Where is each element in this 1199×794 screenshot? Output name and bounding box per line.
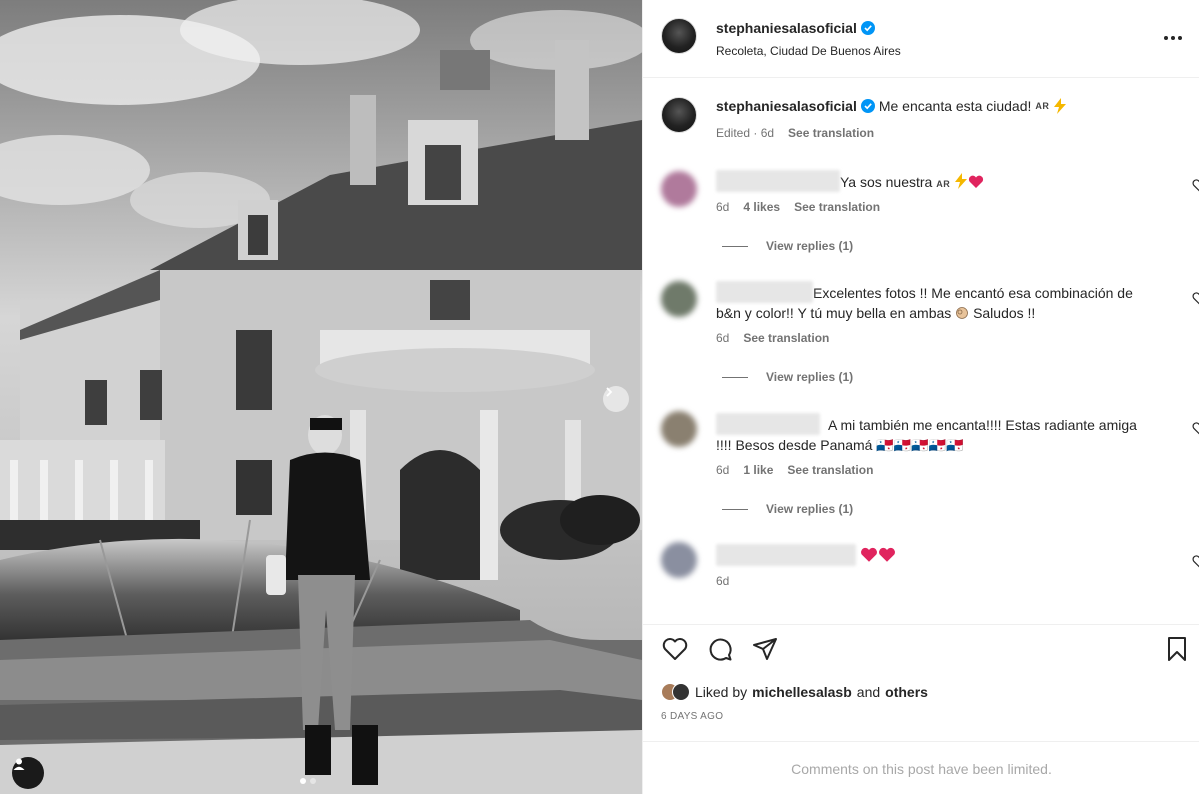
commenter-username-redacted[interactable] bbox=[716, 544, 856, 566]
replies-divider bbox=[722, 376, 748, 378]
comment-text-tail: Saludos !! bbox=[973, 305, 1036, 321]
comment-see-translation[interactable]: See translation bbox=[787, 463, 873, 477]
carousel-dot-active bbox=[300, 778, 306, 784]
comment-likes[interactable]: 4 likes bbox=[743, 200, 780, 214]
commenter-username-redacted[interactable] bbox=[716, 170, 840, 192]
comment-icon[interactable] bbox=[706, 635, 734, 663]
view-replies-label: View replies (1) bbox=[766, 502, 854, 516]
post-photo[interactable] bbox=[0, 0, 642, 794]
caption-author-avatar[interactable] bbox=[661, 97, 697, 133]
post-actions: Liked by michellesalasb and others 6 DAY… bbox=[643, 624, 1199, 794]
author-username[interactable]: stephaniesalasoficial bbox=[716, 20, 857, 36]
view-replies-label: View replies (1) bbox=[766, 239, 854, 253]
more-options-button[interactable] bbox=[1160, 28, 1186, 48]
chevron-right-icon bbox=[606, 387, 613, 397]
next-photo-button[interactable] bbox=[603, 386, 629, 412]
caption-see-translation[interactable]: See translation bbox=[788, 126, 874, 140]
author-username-row: stephaniesalasoficial bbox=[716, 20, 875, 36]
comments-list[interactable]: stephaniesalasoficial Me encanta esta ci… bbox=[643, 79, 1199, 624]
commenter-username-redacted[interactable] bbox=[716, 281, 813, 303]
tagged-users-button[interactable] bbox=[12, 757, 44, 789]
comment-meta: 6d bbox=[716, 574, 729, 588]
post-location[interactable]: Recoleta, Ciudad De Buenos Aires bbox=[716, 44, 901, 58]
comment-time: 6d bbox=[716, 200, 730, 214]
lightning-emoji-icon bbox=[955, 173, 968, 189]
liked-by-row: Liked by michellesalasb and others bbox=[661, 683, 928, 701]
heart-icon[interactable] bbox=[661, 635, 689, 663]
ok-hand-emoji-icon bbox=[956, 307, 969, 319]
commenter-avatar[interactable] bbox=[661, 171, 697, 207]
commenter-avatar[interactable] bbox=[661, 281, 697, 317]
caption-text: Me encanta esta ciudad! bbox=[878, 98, 1032, 114]
caption-line: stephaniesalasoficial Me encanta esta ci… bbox=[716, 98, 1067, 114]
comment-text-line: Ya sos nuestra AR bbox=[716, 170, 1156, 194]
view-replies-button[interactable]: View replies (1) bbox=[722, 502, 853, 516]
commenter-avatar[interactable] bbox=[661, 542, 697, 578]
heart-emoji-icon bbox=[969, 175, 984, 188]
comment-heart-icon[interactable] bbox=[1192, 421, 1199, 435]
view-replies-button[interactable]: View replies (1) bbox=[722, 239, 853, 253]
replies-divider bbox=[722, 508, 748, 510]
comment-meta: 6d 4 likes See translation bbox=[716, 200, 880, 214]
caption-meta: Edited · 6d See translation bbox=[716, 126, 874, 140]
heart-emoji-icon bbox=[879, 547, 895, 562]
caption-edited: Edited · 6d bbox=[716, 126, 775, 140]
user-tag-icon bbox=[13, 758, 25, 770]
more-icon-dot bbox=[1171, 36, 1175, 40]
comment-see-translation[interactable]: See translation bbox=[794, 200, 880, 214]
share-icon[interactable] bbox=[751, 635, 779, 663]
comment-text-line: A mi también me encanta!!!! Estas radian… bbox=[716, 413, 1156, 455]
liked-by-user[interactable]: michellesalasb bbox=[752, 684, 852, 700]
post-side-panel: stephaniesalasoficial Recoleta, Ciudad D… bbox=[642, 0, 1199, 794]
liker-avatar bbox=[672, 683, 690, 701]
comment-heart-icon[interactable] bbox=[1192, 291, 1199, 305]
comments-limited-notice: Comments on this post have been limited. bbox=[643, 741, 1199, 794]
comment-see-translation[interactable]: See translation bbox=[743, 331, 829, 345]
liked-by-others[interactable]: others bbox=[885, 684, 928, 700]
more-icon bbox=[1164, 36, 1168, 40]
view-replies-label: View replies (1) bbox=[766, 370, 854, 384]
view-replies-button[interactable]: View replies (1) bbox=[722, 370, 853, 384]
photo-illustration bbox=[0, 0, 642, 794]
post-date[interactable]: 6 DAYS AGO bbox=[661, 711, 723, 722]
carousel-dots bbox=[300, 778, 316, 784]
liked-by-prefix: Liked by bbox=[695, 684, 748, 700]
replies-divider bbox=[722, 245, 748, 247]
caption-username[interactable]: stephaniesalasoficial bbox=[716, 98, 857, 114]
comment-flag: AR bbox=[936, 179, 951, 189]
comment-text-line bbox=[716, 544, 1156, 566]
comment-meta: 6d See translation bbox=[716, 331, 829, 345]
author-avatar[interactable] bbox=[661, 18, 697, 54]
liked-by-and: and bbox=[856, 684, 881, 700]
comment-time: 6d bbox=[716, 463, 730, 477]
commenter-username-redacted[interactable] bbox=[716, 413, 820, 435]
comment-heart-icon[interactable] bbox=[1192, 554, 1199, 568]
comment-text-line: Excelentes fotos !! Me encantó esa combi… bbox=[716, 281, 1156, 323]
comment-likes[interactable]: 1 like bbox=[743, 463, 773, 477]
bookmark-icon[interactable] bbox=[1163, 635, 1191, 663]
more-icon-dot bbox=[1178, 36, 1182, 40]
liked-by-avatars[interactable] bbox=[661, 683, 690, 701]
comment-time: 6d bbox=[716, 574, 730, 588]
comment-time: 6d bbox=[716, 331, 730, 345]
comment-meta: 6d 1 like See translation bbox=[716, 463, 873, 477]
caption-flag: AR bbox=[1035, 101, 1050, 111]
heart-emoji-icon bbox=[861, 547, 877, 562]
comment-text: Ya sos nuestra bbox=[840, 174, 933, 190]
post-header: stephaniesalasoficial Recoleta, Ciudad D… bbox=[643, 0, 1199, 78]
lightning-emoji-icon bbox=[1054, 98, 1067, 114]
verified-icon bbox=[860, 21, 875, 35]
comment-heart-icon[interactable] bbox=[1192, 178, 1199, 192]
carousel-dot bbox=[310, 778, 316, 784]
verified-icon bbox=[860, 99, 875, 113]
commenter-avatar[interactable] bbox=[661, 411, 697, 447]
